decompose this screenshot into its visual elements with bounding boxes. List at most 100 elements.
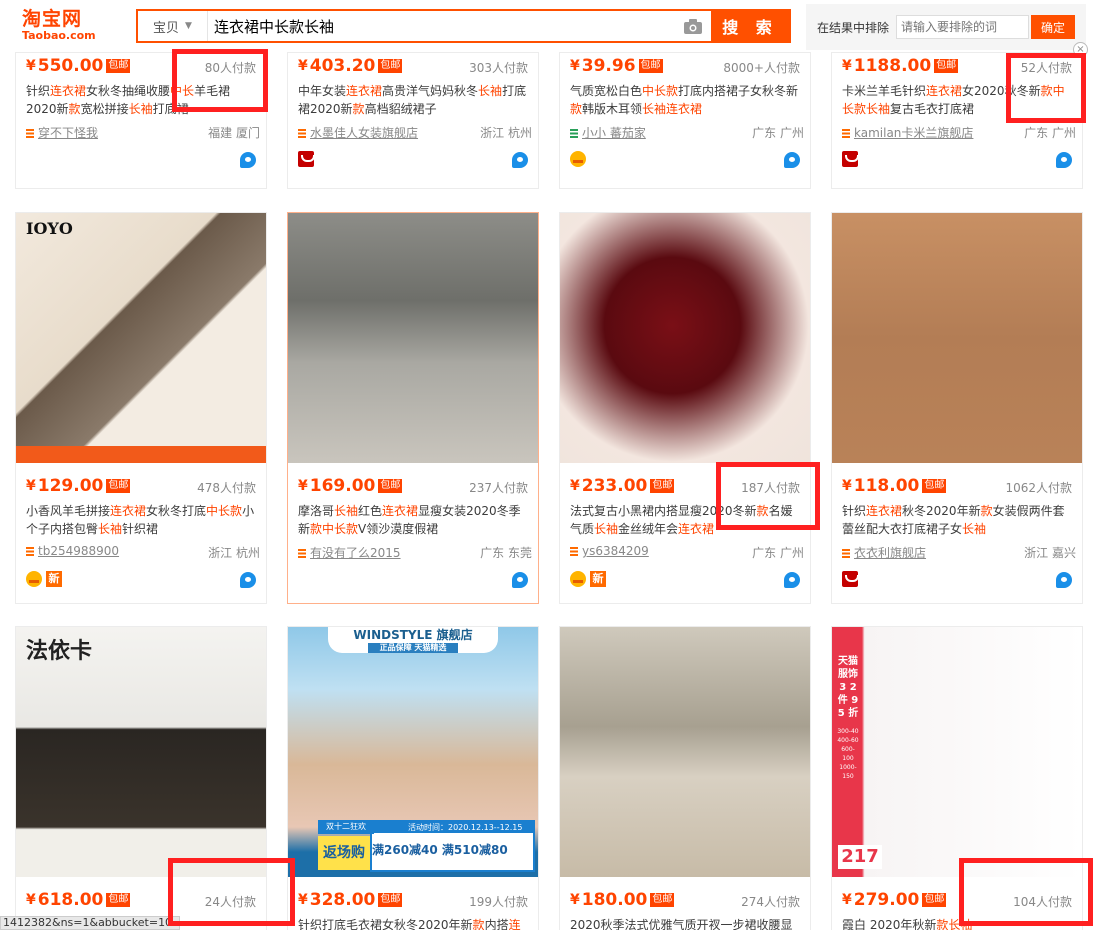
product-image[interactable]: WINDSTYLE 旗舰店 正品保障 天猫精选 双十二狂欢 活动时间：2020.12.… [288,627,538,877]
taobao-logo[interactable]: 淘宝网 Taobao.com [22,8,112,42]
sales-count: 274人付款 [741,895,800,909]
shop-location: 广东 广州 [1024,126,1076,140]
product-image[interactable]: 天猫服饰 3 2 件 9 5 折 300-40 400-60 600-100 10… [832,627,1082,877]
free-shipping-badge: 包邮 [106,893,131,907]
product-card[interactable]: ¥1188.00 包邮 52人付款卡米兰羊毛针织连衣裙女2020秋冬新款中长款长袖复… [831,52,1083,189]
product-title[interactable]: 霞白 2020年秋新款长袖 [842,916,1076,930]
product-card[interactable]: ¥169.00 包邮 237人付款 摩洛哥长袖红色连衣裙显瘦女装2020冬季新款中长款… [287,212,539,604]
shop-name[interactable]: tb254988900 [38,544,119,558]
currency-symbol: ¥ [26,478,36,494]
product-card[interactable]: ¥233.00 包邮 187人付款 法式复古小黑裙内搭显瘦2020冬新款名媛气质长袖金… [559,212,811,604]
exclude-confirm-button[interactable]: 确定 [1031,15,1076,39]
product-card[interactable]: ¥39.96 包邮 8000+人付款 气质宽松白色中长款打底内搭裙子女秋冬新款韩版木耳… [559,52,811,189]
product-image[interactable] [560,213,810,463]
shop-name[interactable]: 水墨佳人女装旗舰店 [310,126,418,140]
product-title[interactable]: 2020秋季法式优雅气质开衩一步裙收腰显 [570,916,804,930]
gold-seller-icon[interactable] [570,571,586,587]
product-card[interactable]: 天猫服饰 3 2 件 9 5 折 300-40 400-60 600-100 10… [831,626,1083,930]
product-card[interactable]: ¥118.00 包邮 1062人付款 针织连衣裙秋冬2020年新款女装假两件套蕾丝配大… [831,212,1083,604]
search-button[interactable]: 搜 索 [711,11,789,41]
product-card[interactable]: IOYO ¥129.00 包邮 478人付款 小香风羊毛拼接连衣裙女秋冬打底中长款小个子… [15,212,267,604]
wangwang-chat-icon[interactable] [1056,152,1072,168]
sales-count: 237人付款 [469,481,528,495]
shop-name[interactable]: kamilan卡米兰旗舰店 [854,126,973,140]
product-price: 180.00 [581,890,648,910]
gold-seller-icon[interactable] [26,571,42,587]
product-card[interactable]: 法依卡 ¥618.00 包邮 24人付款 [15,626,267,930]
wangwang-chat-icon[interactable] [784,572,800,588]
price-line: ¥618.00 包邮 [26,889,131,911]
product-title[interactable]: 小香风羊毛拼接连衣裙女秋冬打底中长款小个子内搭包臀长袖针织裙 [26,502,260,538]
shop-line: kamilan卡米兰旗舰店 广东 广州 [842,124,1076,140]
shop-location: 浙江 嘉兴 [1024,546,1076,560]
product-card[interactable]: ¥180.00 包邮 274人付款 2020秋季法式优雅气质开衩一步裙收腰显 [559,626,811,930]
product-card[interactable]: ¥550.00 包邮 80人付款 针织连衣裙女秋冬抽绳收腰中长羊毛裙2020新款宽松拼… [15,52,267,189]
free-shipping-badge: 包邮 [650,479,675,493]
sales-count: 187人付款 [741,481,800,495]
shop-name[interactable]: 有没有了么2015 [310,546,401,560]
badge-row [842,571,859,589]
exclude-input[interactable] [896,15,1030,39]
promo-banner: 双十二狂欢 活动时间：2020.12.13--12.15 返场购 满260减40 满5… [318,820,535,872]
search-scope-dropdown[interactable]: 宝贝 ▼ [138,11,208,41]
badge-row [842,151,859,169]
price-line: ¥180.00 包邮 [570,889,675,911]
image-bottom-tabs [16,446,266,463]
shop-line: 水墨佳人女装旗舰店 浙江 杭州 [298,124,532,140]
product-title[interactable]: 摩洛哥长袖红色连衣裙显瘦女装2020冬季新款中长款V领沙漠度假裙 [298,502,532,538]
shop-level-icon [842,549,850,558]
shop-line: 有没有了么2015 广东 东莞 [298,544,532,560]
badge-row [298,151,315,169]
logo-english: Taobao.com [22,29,96,42]
search-input[interactable] [208,11,675,41]
brand-watermark: IOYO [26,219,73,238]
product-title[interactable]: 气质宽松白色中长款打底内搭裙子女秋冬新款韩版木耳领长袖连衣裙 [570,82,804,118]
shop-location: 浙江 杭州 [208,546,260,560]
sales-count: 104人付款 [1013,895,1072,909]
product-title[interactable]: 中年女装连衣裙高贵洋气妈妈秋冬长袖打底裙2020新款高档貂绒裙子 [298,82,532,118]
shop-name[interactable]: 衣衣利旗舰店 [854,546,926,560]
product-card[interactable]: WINDSTYLE 旗舰店 正品保障 天猫精选 双十二狂欢 活动时间：2020.12.… [287,626,539,930]
wangwang-chat-icon[interactable] [240,572,256,588]
tmall-icon[interactable] [842,151,859,167]
product-card[interactable]: ¥403.20 包邮 303人付款 中年女装连衣裙高贵洋气妈妈秋冬长袖打底裙2020新… [287,52,539,189]
product-image[interactable] [832,213,1082,463]
product-title[interactable]: 法式复古小黑裙内搭显瘦2020冬新款名媛气质长袖金丝绒年会连衣裙 [570,502,804,538]
gold-seller-icon[interactable] [570,151,586,167]
badge-row [570,151,586,169]
shop-name[interactable]: 穿不下怪我 [38,126,98,140]
product-image[interactable] [560,627,810,877]
product-title[interactable]: 针织连衣裙秋冬2020年新款女装假两件套蕾丝配大衣打底裙子女长袖 [842,502,1076,538]
currency-symbol: ¥ [570,892,580,908]
tmall-icon[interactable] [842,571,859,587]
product-image[interactable]: 法依卡 [16,627,266,877]
brand-watermark: 法依卡 [26,638,93,664]
wangwang-chat-icon[interactable] [512,152,528,168]
discount-tiers: 300-40 400-60 600-100 1000-150 [837,728,859,780]
camera-icon[interactable] [675,11,711,41]
wangwang-chat-icon[interactable] [240,152,256,168]
shop-name[interactable]: ys6384209 [582,544,649,558]
product-image[interactable] [288,213,538,463]
sales-count: 52人付款 [1020,61,1072,75]
wangwang-chat-icon[interactable] [1056,572,1072,588]
shop-location: 广东 广州 [752,126,804,140]
status-bar-url: 1412382&ns=1&abbucket=10 [0,916,180,930]
product-title[interactable]: 针织连衣裙女秋冬抽绳收腰中长羊毛裙2020新款宽松拼接长袖打底裙 [26,82,260,118]
wangwang-chat-icon[interactable] [512,572,528,588]
close-icon[interactable]: × [1073,42,1088,57]
product-price: 129.00 [37,476,104,496]
badge-row: 新 [570,571,606,589]
shop-level-icon [26,547,34,556]
currency-symbol: ¥ [842,892,852,908]
product-title[interactable]: 卡米兰羊毛针织连衣裙女2020秋冬新款中长款长袖复古毛衣打底裙 [842,82,1076,118]
wangwang-chat-icon[interactable] [784,152,800,168]
product-image[interactable]: IOYO [16,213,266,463]
shop-line: 穿不下怪我 福建 厦门 [26,124,260,140]
tmall-icon[interactable] [298,151,315,167]
price-line: ¥1188.00 包邮 [842,55,959,77]
product-title[interactable]: 针织打底毛衣裙女秋冬2020年新款内搭连 [298,916,532,930]
product-price: 39.96 [581,56,636,76]
shop-location: 广东 广州 [752,546,804,560]
shop-name[interactable]: 小小 蕃茄家 [582,126,646,140]
